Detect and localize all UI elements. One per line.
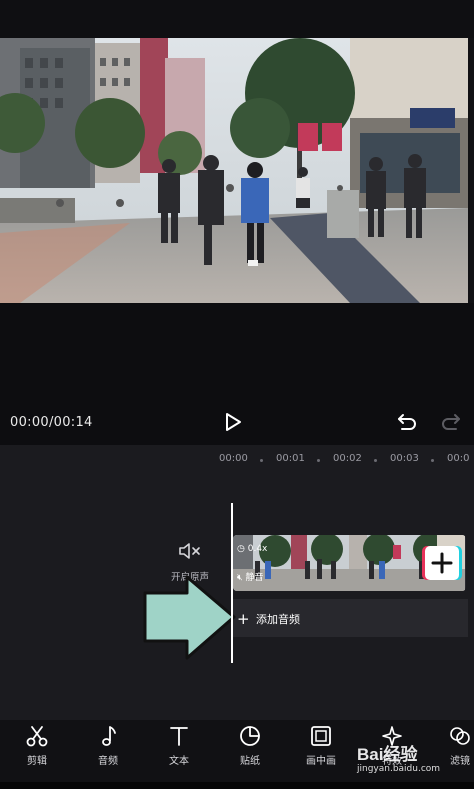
sticker-icon (240, 726, 260, 746)
watermark-brand: Bai经验 (357, 745, 418, 764)
video-preview[interactable] (0, 38, 468, 303)
time-display: 00:00/00:14 (10, 415, 93, 430)
ruler-tick-label: 00:00 (219, 453, 248, 464)
toolbar-item-label: 文本 (169, 756, 189, 767)
redo-button[interactable] (440, 410, 462, 432)
toolbar-item-label: 剪辑 (27, 756, 47, 767)
plus-icon: + (237, 610, 250, 628)
toolbar-item-audio[interactable]: 音频 (80, 720, 136, 767)
ruler-tick-label: 00:02 (333, 453, 362, 464)
ruler-tick-label: 00:0 (447, 453, 470, 464)
clip-mute-text: 静音 (245, 573, 264, 583)
clip-speed-value: 0.4x (247, 544, 268, 554)
bottom-edge (0, 782, 474, 789)
play-icon (226, 413, 241, 431)
ruler-tick-label: 00:01 (276, 453, 305, 464)
add-audio-label[interactable]: 添加音频 (256, 611, 300, 627)
toolbar-item-sticker[interactable]: 贴纸 (222, 720, 278, 767)
baidu-watermark: Bai经验 jingyan.baidu.com (355, 720, 465, 782)
ruler-dot (260, 459, 263, 462)
text-icon (170, 727, 188, 746)
preview-background (0, 303, 474, 403)
music-note-icon (102, 726, 116, 746)
undo-button[interactable] (396, 410, 418, 432)
picture-in-picture-icon (311, 726, 331, 746)
add-clip-button[interactable] (425, 546, 459, 580)
toolbar-item-pip[interactable]: 画中画 (293, 720, 349, 767)
street-scene-image (0, 38, 468, 303)
ruler-tick-label: 00:03 (390, 453, 419, 464)
playhead[interactable] (231, 503, 233, 663)
clip-speed-badge: ◷ 0.4x (237, 544, 267, 554)
speaker-mute-icon (179, 543, 200, 559)
scissors-icon (26, 726, 48, 747)
watermark-url: jingyan.baidu.com (357, 764, 441, 774)
plus-icon (431, 552, 453, 574)
toolbar-item-edit[interactable]: 剪辑 (9, 720, 65, 767)
toolbar-item-label: 贴纸 (240, 756, 260, 767)
toolbar-item-label: 音频 (98, 756, 118, 767)
undo-icon (398, 414, 416, 430)
speaker-mute-icon: 🔇︎ (237, 573, 243, 583)
clip-mute-badge: 🔇︎ 静音 (237, 570, 264, 583)
toolbar-item-text[interactable]: 文本 (151, 720, 207, 767)
clip-thumbnail (349, 535, 407, 591)
ruler-dot (431, 459, 434, 462)
top-bar (0, 0, 474, 38)
original-sound-toggle[interactable] (178, 542, 204, 560)
ruler-dot (374, 459, 377, 462)
clip-thumbnail (291, 535, 349, 591)
annotation-arrow-icon (142, 575, 237, 660)
play-button[interactable] (222, 410, 244, 434)
redo-icon (442, 414, 460, 430)
speed-icon: ◷ (237, 544, 245, 554)
toolbar-item-label: 画中画 (306, 756, 336, 767)
ruler-dot (317, 459, 320, 462)
